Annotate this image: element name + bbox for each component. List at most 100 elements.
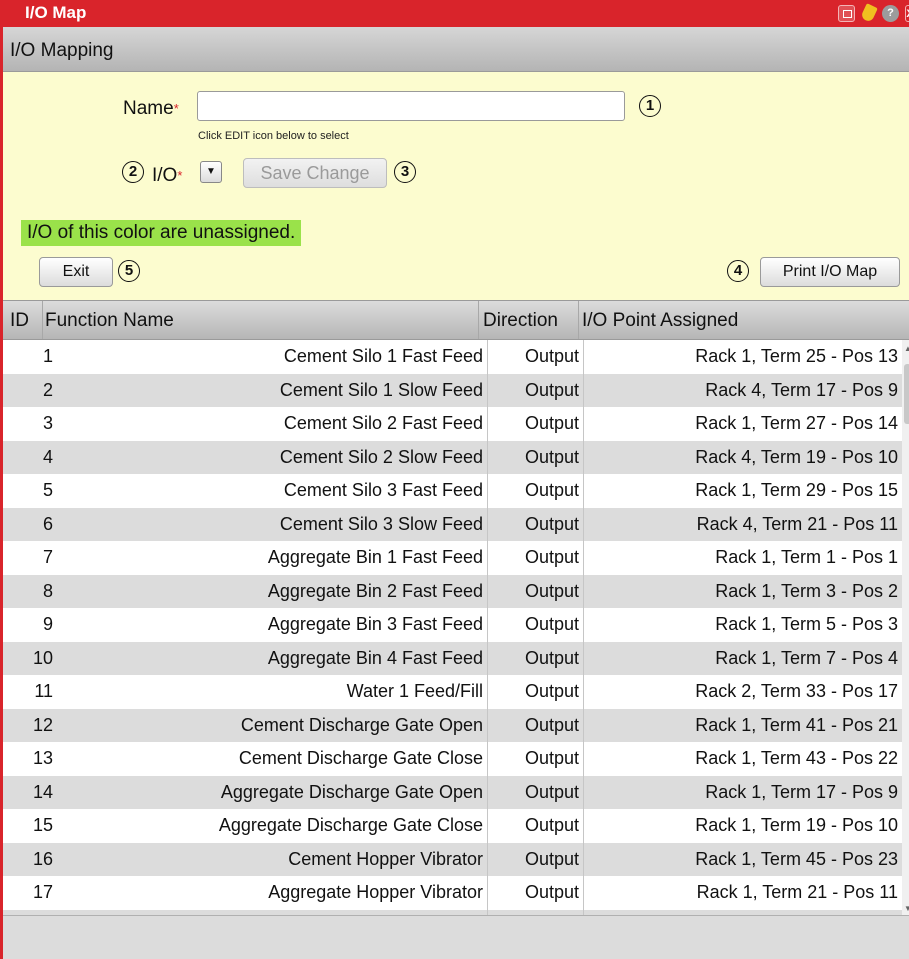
column-header-direction[interactable]: Direction — [479, 301, 579, 339]
row-id: 15 — [32, 815, 53, 835]
table-row[interactable]: 7 Aggregate Bin 1 Fast Feed Output Rack 1, … — [3, 541, 902, 575]
name-hint: Click EDIT icon below to select — [198, 130, 349, 142]
table-body: 1 Cement Silo 1 Fast Feed Output Rack 1, Te… — [3, 340, 902, 915]
row-io-point: Rack 1, Term 21 - Pos 11 — [583, 876, 902, 910]
table-row[interactable]: 3 Cement Silo 2 Fast Feed Output Rack 1, Te… — [3, 407, 902, 441]
table-row[interactable]: 15 Aggregate Discharge Gate Close Output Ra… — [3, 809, 902, 843]
table-row[interactable]: 12 Cement Discharge Gate Open Output Rack 1… — [3, 708, 902, 742]
callout-1: 1 — [639, 95, 661, 117]
scroll-down-icon[interactable]: ▼ — [904, 904, 909, 913]
row-io-point: Rack 1, Term 5 - Pos 3 — [583, 608, 902, 642]
row-function-name: Cement Discharge Gate Close — [238, 748, 483, 768]
help-icon[interactable]: ? — [882, 5, 899, 22]
save-change-button[interactable]: Save Change — [243, 158, 387, 188]
row-id: 2 — [42, 379, 53, 400]
row-io-point: Rack 1, Term 45 - Pos 23 — [583, 842, 902, 876]
table-row[interactable]: 2 Cement Silo 1 Slow Feed Output Rack 4, Te… — [3, 373, 902, 407]
row-id: 6 — [42, 513, 53, 534]
row-direction: Output — [487, 742, 583, 776]
row-direction: Output — [487, 407, 583, 441]
section-title: I/O Mapping — [10, 40, 114, 61]
row-id: 9 — [42, 614, 53, 634]
row-id: 13 — [32, 748, 53, 768]
io-select[interactable]: ▼ — [200, 161, 222, 183]
row-io-point: Rack 1, Term 1 - Pos 1 — [583, 541, 902, 575]
table-row[interactable]: 14 Aggregate Discharge Gate Open Output Rac… — [3, 775, 902, 809]
row-id: 12 — [32, 714, 53, 735]
row-function-name: Cement Silo 2 Slow Feed — [279, 446, 483, 467]
row-function-name: Aggregate Bin 2 Fast Feed — [267, 580, 483, 601]
row-function-name: Water 1 Feed/Fill — [346, 681, 483, 701]
table-header: ID Function Name Direction I/O Point Ass… — [3, 300, 909, 340]
table-row[interactable]: 9 Aggregate Bin 3 Fast Feed Output Rack 1, … — [3, 608, 902, 642]
row-io-point: Rack 1, Term 17 - Pos 9 — [583, 775, 902, 809]
exit-button[interactable]: Exit — [39, 257, 113, 287]
table-row[interactable]: 16 Cement Hopper Vibrator Output Rack 1, Te… — [3, 842, 902, 876]
row-io-point: Rack 1, Term 29 - Pos 15 — [583, 474, 902, 508]
row-function-name: Cement Silo 3 Fast Feed — [283, 480, 483, 500]
table-row[interactable]: 8 Aggregate Bin 2 Fast Feed Output Rack 1, … — [3, 574, 902, 608]
row-function-name: Cement Discharge Gate Open — [240, 714, 483, 735]
scroll-thumb[interactable] — [904, 364, 909, 424]
row-direction: Output — [487, 474, 583, 508]
print-io-map-button[interactable]: Print I/O Map — [760, 257, 900, 287]
row-io-point: Rack 1, Term 19 - Pos 10 — [583, 809, 902, 843]
row-direction: Output — [487, 775, 583, 809]
row-function-name: Cement Silo 2 Fast Feed — [283, 413, 483, 433]
table-row[interactable]: 11 Water 1 Feed/Fill Output Rack 2, Term 33… — [3, 675, 902, 709]
row-id: 4 — [42, 446, 53, 467]
column-header-function-name[interactable]: Function Name — [43, 301, 479, 339]
pin-icon[interactable] — [860, 3, 878, 23]
vertical-scrollbar[interactable]: ▲ ▼ — [902, 340, 909, 915]
required-mark: * — [177, 168, 183, 183]
column-header-id[interactable]: ID — [3, 301, 43, 339]
callout-3: 3 — [394, 161, 416, 183]
row-direction: Output — [487, 574, 583, 608]
section-header: I/O Mapping — [3, 27, 909, 72]
minimize-icon[interactable] — [838, 5, 855, 22]
row-direction: Output — [487, 541, 583, 575]
row-function-name: Aggregate Bin 4 Fast Feed — [267, 647, 483, 668]
table-row[interactable]: 13 Cement Discharge Gate Close Output Rack … — [3, 742, 902, 776]
io-label: I/O* — [152, 165, 183, 186]
row-direction: Output — [487, 440, 583, 474]
row-id: 8 — [42, 580, 53, 601]
row-io-point: Rack 1, Term 3 - Pos 2 — [583, 574, 902, 608]
required-mark: * — [173, 101, 179, 116]
window-title: I/O Map — [25, 3, 87, 22]
table-row[interactable]: 1 Cement Silo 1 Fast Feed Output Rack 1, Te… — [3, 340, 902, 374]
table-row[interactable]: 4 Cement Silo 2 Slow Feed Output Rack 4, Te… — [3, 440, 902, 474]
row-id: 11 — [34, 681, 53, 701]
scroll-up-icon[interactable]: ▲ — [904, 344, 909, 353]
row-io-point: Rack 1, Term 7 - Pos 4 — [583, 641, 902, 675]
row-id: 14 — [32, 781, 53, 802]
name-input[interactable] — [197, 91, 625, 121]
row-io-point: Rack 2, Term 33 - Pos 17 — [583, 675, 902, 709]
row-io-point: Rack 4, Term 17 - Pos 9 — [583, 373, 902, 407]
row-function-name: Cement Silo 3 Slow Feed — [279, 513, 483, 534]
row-io-point: Rack 4, Term 19 - Pos 10 — [583, 440, 902, 474]
callout-5: 5 — [118, 260, 140, 282]
table-row[interactable]: 5 Cement Silo 3 Fast Feed Output Rack 1, Te… — [3, 474, 902, 508]
row-id: 17 — [32, 882, 53, 902]
row-function-name: Cement Hopper Vibrator — [288, 848, 483, 869]
footer-bar — [3, 915, 909, 959]
row-function-name: Aggregate Discharge Gate Open — [220, 781, 483, 802]
row-function-name: Aggregate Bin 1 Fast Feed — [267, 547, 483, 567]
row-direction: Output — [487, 373, 583, 407]
row-direction: Output — [487, 507, 583, 541]
column-header-io-point[interactable]: I/O Point Assigned — [579, 301, 909, 339]
row-function-name: Aggregate Bin 3 Fast Feed — [267, 614, 483, 634]
row-function-name: Aggregate Hopper Vibrator — [268, 882, 483, 902]
row-function-name: Aggregate Discharge Gate Close — [218, 815, 483, 835]
name-label: Name* — [123, 98, 179, 119]
table-row[interactable]: 6 Cement Silo 3 Slow Feed Output Rack 4, Te… — [3, 507, 902, 541]
title-bar[interactable]: I/O Map ? X — [3, 0, 909, 27]
close-icon[interactable]: X — [905, 5, 909, 22]
table-row[interactable]: 10 Aggregate Bin 4 Fast Feed Output Rack 1,… — [3, 641, 902, 675]
row-io-point: Rack 1, Term 27 - Pos 14 — [583, 407, 902, 441]
row-direction: Output — [487, 842, 583, 876]
row-direction: Output — [487, 641, 583, 675]
row-io-point: Rack 4, Term 21 - Pos 11 — [583, 507, 902, 541]
table-row[interactable]: 17 Aggregate Hopper Vibrator Output Rack 1,… — [3, 876, 902, 910]
